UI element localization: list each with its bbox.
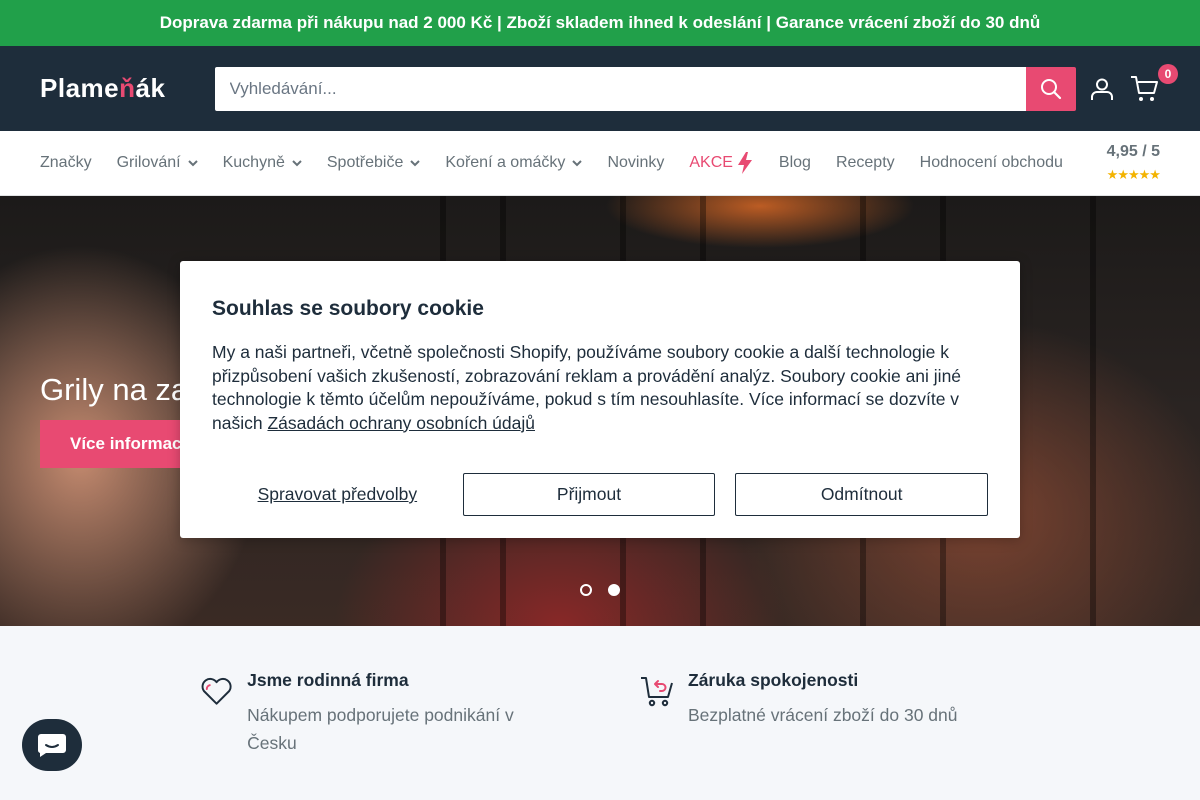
rating-stars: ★★★★★ [1106,167,1161,182]
feature-family: Jsme rodinná firma Nákupem podporujete p… [200,670,560,757]
cookie-consent-dialog: Souhlas se soubory cookie My a naši part… [180,261,1020,538]
feature-title: Jsme rodinná firma [247,670,409,690]
user-icon [1091,78,1113,100]
search-input[interactable] [214,66,1026,111]
slide-dot[interactable] [580,584,592,596]
slide-dots [580,584,620,596]
hero-title: Grily na za [40,372,189,407]
nav-item-novinky[interactable]: Novinky [607,154,664,172]
main-nav: Značky Grilování Kuchyně Spotřebiče Koře… [0,131,1200,196]
chat-icon [37,734,66,757]
feature-text: Nákupem podporujete podnikání v Česku [247,705,514,753]
search-bar [214,66,1076,111]
feature-text: Bezplatné vrácení zboží do 30 dnů [688,705,958,725]
manage-preferences-button[interactable]: Spravovat předvolby [212,484,463,505]
cart-button[interactable]: 0 [1130,63,1178,104]
cookie-actions: Spravovat předvolby Přijmout Odmítnout [212,473,989,516]
nav-item-recepty[interactable]: Recepty [836,154,895,172]
chevron-down-icon [187,159,198,166]
header: Plameňák 0 [0,46,1200,131]
heart-icon [201,677,232,705]
accept-button[interactable]: Přijmout [462,473,716,516]
logo[interactable]: Plameňák [40,73,215,104]
cookie-text: My a naši partneři, včetně společnosti S… [212,342,962,433]
nav-item-blog[interactable]: Blog [779,154,811,172]
privacy-policy-link[interactable]: Zásadách ochrany osobních údajů [267,413,535,433]
chevron-down-icon [410,159,421,166]
chevron-down-icon [572,159,583,166]
chat-button[interactable] [22,719,82,771]
nav-item-koreni[interactable]: Koření a omáčky [445,154,583,172]
announcement-text: Doprava zdarma při nákupu nad 2 000 Kč |… [159,13,1041,32]
nav-item-grilovani[interactable]: Grilování [117,154,198,172]
nav-item-znacky[interactable]: Značky [40,154,92,172]
lightning-icon [737,152,752,174]
account-button[interactable] [1090,77,1114,101]
rating-value: 4,95 / 5 [1106,143,1160,160]
search-button[interactable] [1026,66,1076,111]
features-strip: Jsme rodinná firma Nákupem podporujete p… [0,626,1200,800]
shop-rating[interactable]: 4,95 / 5 ★★★★★ [1106,143,1161,183]
feature-title: Záruka spokojenosti [688,670,859,690]
nav-item-spotrebice[interactable]: Spotřebiče [327,154,421,172]
chevron-down-icon [292,159,302,166]
nav-item-hodnoceni[interactable]: Hodnocení obchodu [920,154,1063,172]
cart-count-badge: 0 [1158,63,1178,84]
cart-icon [1131,75,1158,101]
announcement-bar: Doprava zdarma při nákupu nad 2 000 Kč |… [0,0,1200,46]
nav-item-akce[interactable]: AKCE [689,152,754,174]
search-icon [1041,78,1062,99]
slide-dot-active[interactable] [608,584,620,596]
nav-item-kuchyne[interactable]: Kuchyně [223,154,302,172]
feature-guarantee: Záruka spokojenosti Bezplatné vrácení zb… [640,670,1040,729]
decline-button[interactable]: Odmítnout [735,473,989,516]
cart-return-icon [641,677,673,707]
cookie-title: Souhlas se soubory cookie [212,297,484,320]
